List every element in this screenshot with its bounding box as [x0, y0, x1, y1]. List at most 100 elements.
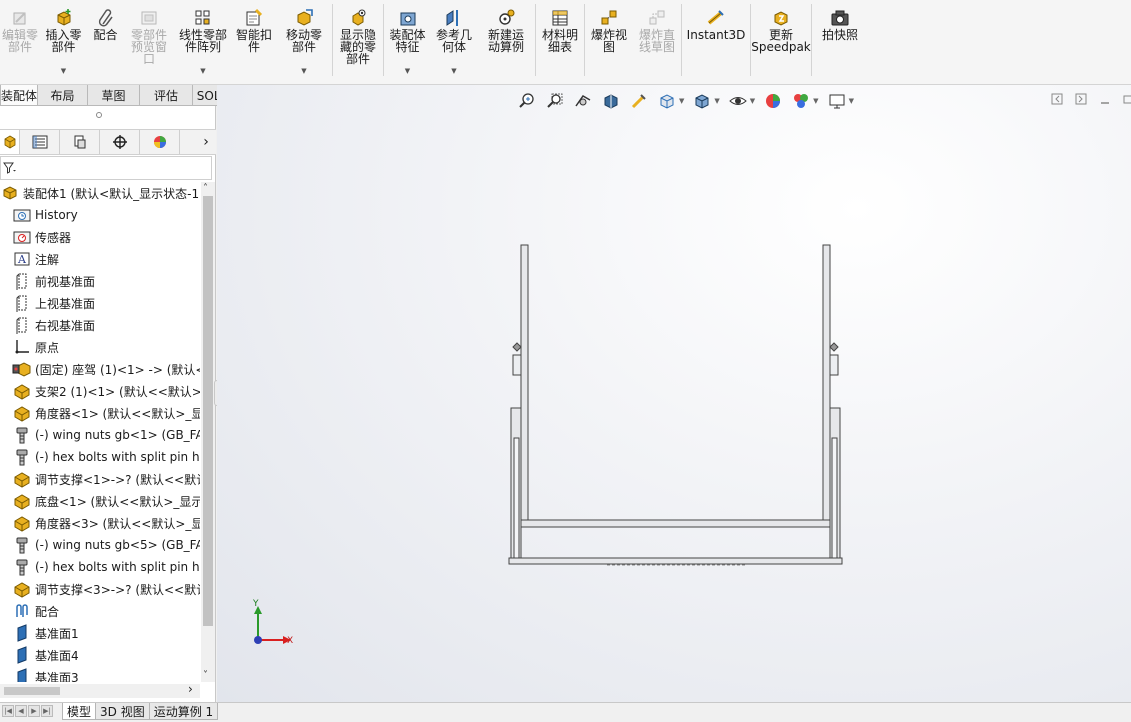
tree-item[interactable]: 调节支撑<3>->? (默认<<默认 — [0, 578, 200, 600]
reference-geometry-button[interactable]: 参考几 何体 ▼ — [431, 0, 477, 85]
tree-item[interactable]: 支架2 (1)<1> (默认<<默认>_显 — [0, 380, 200, 402]
tree-item[interactable]: (-) wing nuts gb<1> (GB_FAS — [0, 424, 200, 446]
chevron-down-icon[interactable]: ▼ — [61, 67, 66, 75]
tree-root-assembly[interactable]: 装配体1 (默认<默认_显示状态-1>) — [0, 182, 200, 204]
assembly-model-front-view[interactable] — [217, 85, 1131, 702]
datum-plane-icon — [12, 624, 32, 642]
right-upright-frame — [822, 244, 831, 526]
tree-item[interactable]: 前视基准面 — [0, 270, 200, 292]
tree-item[interactable]: 基准面3 — [0, 666, 200, 682]
smart-fastener-button[interactable]: 智能扣 件 — [232, 0, 276, 85]
tree-item[interactable]: 角度器<3> (默认<<默认>_显示 — [0, 512, 200, 534]
tree-item[interactable]: (-) hex bolts with split pin ho — [0, 556, 200, 578]
tree-vertical-scrollbar[interactable]: ˄ ˅ — [201, 182, 215, 682]
prev-tab-icon[interactable]: ◀ — [15, 705, 27, 717]
configurationmanager-tab[interactable] — [60, 130, 100, 154]
feature-manager-pane: › 装配体1 (默认<默认_显示状态-1>) History 传感器 A 注解 前视基准面… — [0, 106, 216, 702]
ribbon-button-label: 零部件 预览窗 口 — [130, 28, 167, 66]
tree-filter-bar[interactable] — [0, 156, 212, 180]
component-preview-button[interactable]: 零部件 预览窗 口 — [124, 0, 174, 85]
insert-component-button[interactable]: 插入零 部件 ▼ — [40, 0, 87, 85]
next-tab-icon[interactable]: ▶ — [28, 705, 40, 717]
snapshot-button[interactable]: 拍快照 — [812, 0, 868, 85]
tree-horizontal-scrollbar[interactable]: › — [0, 682, 200, 698]
tab-evaluate[interactable]: 评估 — [139, 85, 193, 106]
tree-item[interactable]: A 注解 — [0, 248, 200, 270]
dimxpertmanager-tab[interactable] — [100, 130, 140, 154]
sensor-icon — [12, 228, 32, 246]
tree-item[interactable]: 原点 — [0, 336, 200, 358]
ribbon-button-label: 智能扣 件 — [235, 28, 272, 54]
plane-icon — [12, 294, 32, 312]
ribbon-button-label: 显示隐 藏的零 部件 — [339, 28, 376, 66]
annotation-icon: A — [12, 250, 32, 268]
chevron-down-icon[interactable]: ▼ — [451, 67, 456, 75]
tree-item[interactable]: 传感器 — [0, 226, 200, 248]
first-tab-icon[interactable]: |◀ — [2, 705, 14, 717]
graphics-area[interactable]: ▼ ▼ ▼ ▼ ▼ Y X — [217, 85, 1131, 702]
exploded-view-button[interactable]: 爆炸视 图 — [585, 0, 633, 85]
displaymanager-tab[interactable] — [140, 130, 180, 154]
featuremanager-tab[interactable] — [0, 130, 20, 154]
update-speedpak-button[interactable]: 更新 Speedpak — [751, 0, 811, 85]
ribbon-button-label: 线性零部 件阵列 — [178, 28, 227, 54]
triad-y-label: Y — [253, 599, 259, 609]
tree-item[interactable]: (-) wing nuts gb<5> (GB_FAS — [0, 534, 200, 556]
bolt-icon — [12, 426, 32, 444]
bolt-icon — [12, 536, 32, 554]
assembly-feature-icon — [398, 8, 418, 28]
tab-assembly[interactable]: 装配体 — [0, 85, 38, 106]
bill-of-materials-button[interactable]: 材料明 细表 — [536, 0, 584, 85]
tree-item[interactable]: 右视基准面 — [0, 314, 200, 336]
explode-line-sketch-button[interactable]: 爆炸直 线草图 — [633, 0, 681, 85]
tree-item[interactable]: 基准面1 — [0, 622, 200, 644]
new-motion-study-button[interactable]: 新建运 动算例 — [477, 0, 535, 85]
mate-button[interactable]: 配合 — [87, 0, 124, 85]
scroll-down-icon[interactable]: ˅ — [203, 670, 208, 681]
more-tabs-chevron-icon[interactable]: › — [196, 134, 216, 150]
tab-layout[interactable]: 布局 — [37, 85, 88, 106]
camera-icon — [830, 8, 850, 28]
show-hidden-button[interactable]: 显示隐 藏的零 部件 — [333, 0, 383, 85]
tree-item[interactable]: (-) hex bolts with split pin ho — [0, 446, 200, 468]
edit-component-button[interactable]: 编辑零 部件 — [0, 0, 40, 85]
propertymanager-tab[interactable] — [20, 130, 60, 154]
tree-item[interactable]: 底盘<1> (默认<<默认>_显示状 — [0, 490, 200, 512]
tree-item-label: 装配体1 (默认<默认_显示状态-1>) — [23, 186, 200, 201]
tab-3d-view[interactable]: 3D 视图 — [95, 703, 150, 720]
scroll-up-icon[interactable]: ˄ — [203, 183, 208, 194]
tree-item[interactable]: 配合 — [0, 600, 200, 622]
tree-item[interactable]: 上视基准面 — [0, 292, 200, 314]
scroll-thumb[interactable] — [203, 196, 213, 626]
tree-item[interactable]: History — [0, 204, 200, 226]
pane-grip-handle[interactable] — [96, 112, 102, 118]
tab-motion-study-1[interactable]: 运动算例 1 — [148, 703, 219, 720]
tree-item-label: (-) hex bolts with split pin ho — [35, 560, 200, 574]
scroll-right-icon[interactable]: › — [188, 682, 193, 696]
hscroll-thumb[interactable] — [4, 687, 60, 695]
tab-sketch[interactable]: 草图 — [87, 85, 140, 106]
tree-item[interactable]: 基准面4 — [0, 644, 200, 666]
ribbon-button-label: 更新 Speedpak — [751, 28, 811, 54]
instant3d-button[interactable]: Instant3D — [682, 0, 750, 85]
tree-item[interactable]: 调节支撑<1>->? (默认<<默认 — [0, 468, 200, 490]
tree-item-label: (固定) 座驾 (1)<1> -> (默认< — [35, 362, 200, 377]
chevron-down-icon[interactable]: ▼ — [405, 67, 410, 75]
assembly-cube-icon — [0, 184, 20, 202]
last-tab-icon[interactable]: ▶| — [41, 705, 53, 717]
part-icon — [12, 492, 32, 510]
bottom-tab-bar: |◀ ◀ ▶ ▶| 模型 3D 视图 运动算例 1 — [0, 702, 1131, 722]
part-icon — [12, 470, 32, 488]
assembly-features-button[interactable]: 装配体 特征 ▼ — [384, 0, 431, 85]
inner-cross-bar — [520, 519, 831, 528]
tab-model[interactable]: 模型 — [62, 703, 97, 720]
part-icon — [12, 404, 32, 422]
tree-item[interactable]: 角度器<1> (默认<<默认>_显示 — [0, 402, 200, 424]
chevron-down-icon[interactable]: ▼ — [200, 67, 205, 75]
tree-item[interactable]: (固定) 座驾 (1)<1> -> (默认< — [0, 358, 200, 380]
chevron-down-icon[interactable]: ▼ — [301, 67, 306, 75]
tree-item-label: 配合 — [35, 604, 60, 619]
ribbon-button-label: 编辑零 部件 — [1, 28, 38, 54]
linear-pattern-button[interactable]: 线性零部 件阵列 ▼ — [174, 0, 232, 85]
move-component-button[interactable]: 移动零 部件 ▼ — [276, 0, 332, 85]
